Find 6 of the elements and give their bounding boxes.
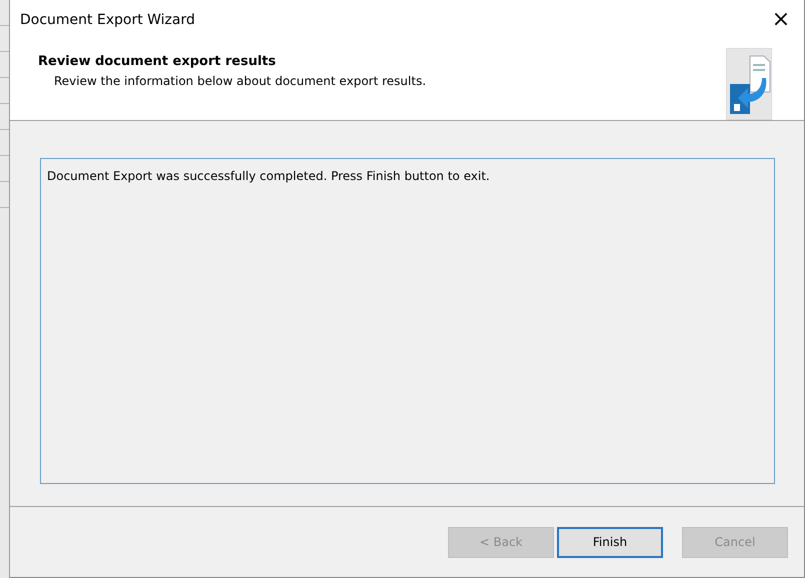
page-title: Review document export results xyxy=(38,53,277,71)
page-subtitle: Review the information below about document export results. xyxy=(53,72,426,90)
window-title: Document Export Wizard xyxy=(20,10,196,30)
wizard-button[interactable]: Finish xyxy=(557,526,663,558)
result-message: Document Export was successfully completed. Press Finish button to exit. xyxy=(47,169,490,184)
close-button[interactable]: × xyxy=(758,0,804,40)
